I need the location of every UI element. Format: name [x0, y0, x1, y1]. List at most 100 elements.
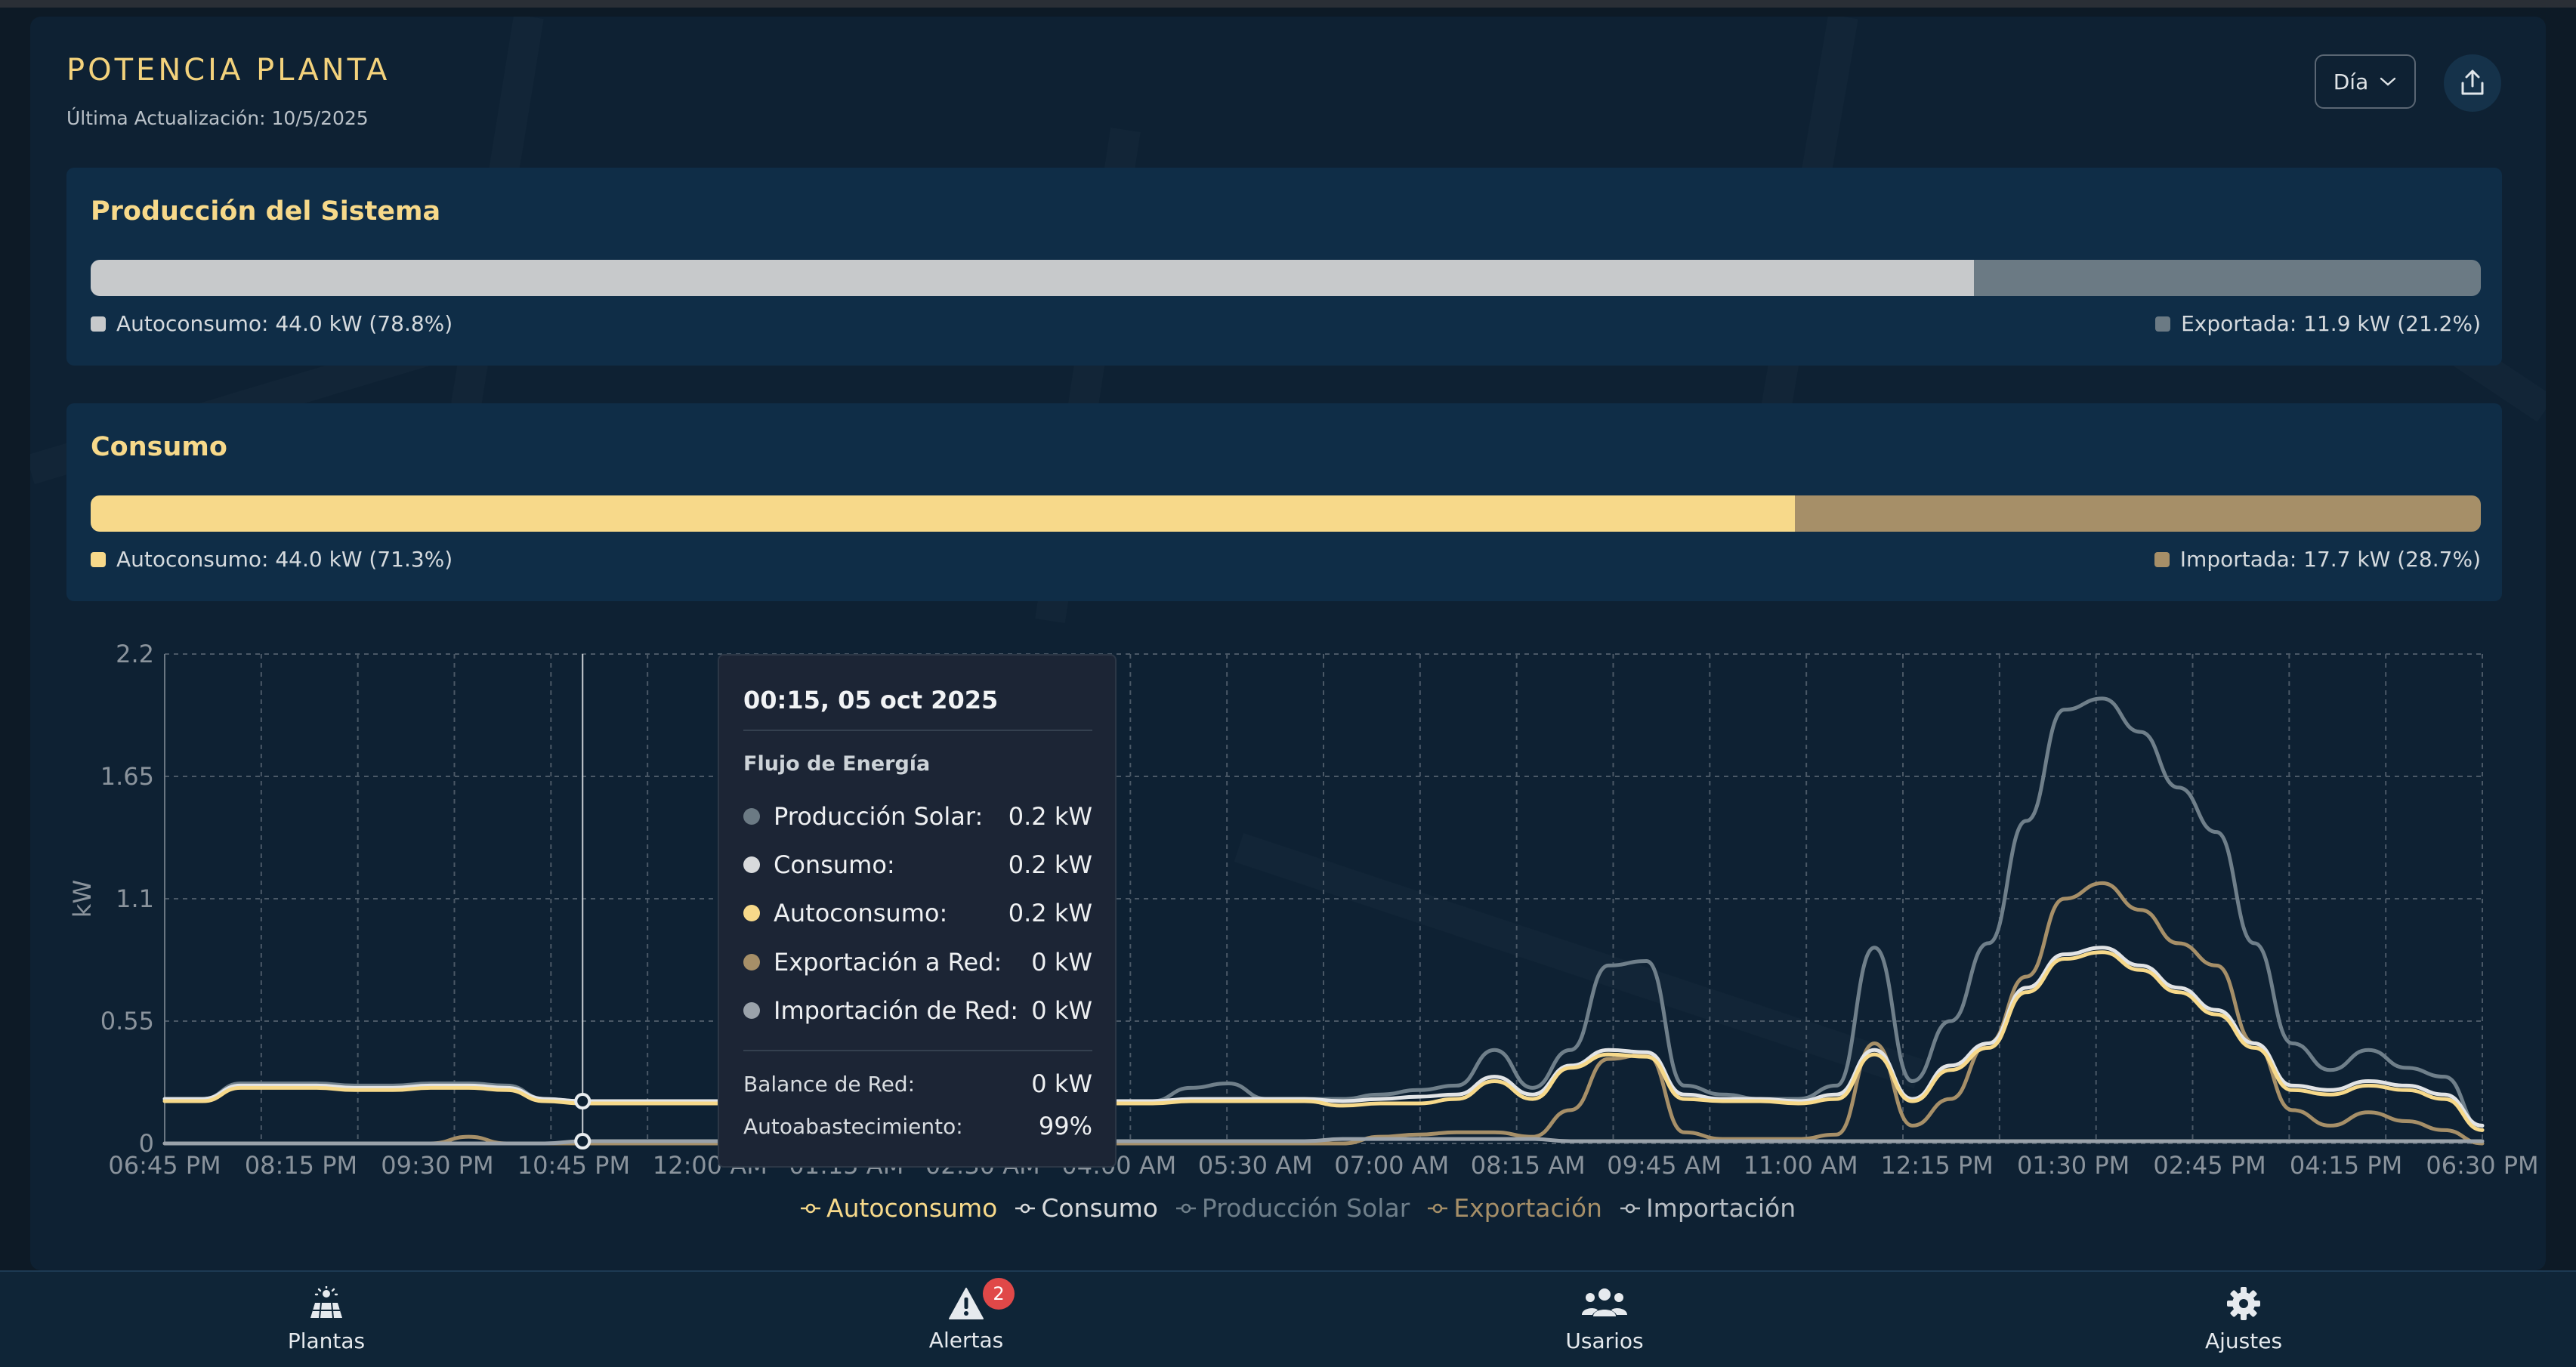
- hover-point-import: [574, 1133, 591, 1150]
- x-tick-label: 10:45 PM: [517, 1151, 630, 1180]
- consumption-title: Consumo: [91, 432, 227, 462]
- energy-flow-chart[interactable]: 00.551.11.652.2kW06:45 PM 08:15 PM 09:30 P…: [0, 619, 2576, 1193]
- hover-point-production: [574, 1093, 591, 1110]
- gear-icon: [2227, 1286, 2260, 1320]
- legend-label: Exportación: [1453, 1193, 1602, 1223]
- nav-item-usarios[interactable]: Usarios: [1491, 1272, 1718, 1367]
- legend-swatch: [2155, 316, 2171, 332]
- x-tick-label: 02:45 PM: [2153, 1151, 2266, 1180]
- legend-label: Importación: [1645, 1193, 1796, 1223]
- tooltip-autarky-row: Autoabastecimiento: 99%: [743, 1111, 1092, 1141]
- tooltip-row: Importación de Red: 0 kW: [743, 995, 1092, 1026]
- nav-label: Alertas: [928, 1327, 1004, 1353]
- nav-item-alertas[interactable]: 2 Alertas: [853, 1272, 1080, 1367]
- system-production-card: Producción del Sistema Autoconsumo: 44.0…: [66, 168, 2502, 366]
- tooltip-row-value: 0 kW: [1031, 996, 1092, 1025]
- nav-label: Ajustes: [2204, 1328, 2283, 1353]
- legend-swatch: [91, 316, 106, 332]
- legend-item-exportacion[interactable]: Exportación: [1426, 1193, 1602, 1223]
- x-tick-label: 08:15 PM: [245, 1151, 357, 1180]
- legend-item-produccion-solar[interactable]: Producción Solar: [1175, 1193, 1410, 1223]
- x-tick-label: 11:00 AM: [1744, 1151, 1858, 1180]
- x-tick-label: 06:30 PM: [2426, 1151, 2538, 1180]
- x-tick-label: 01:30 PM: [2017, 1151, 2130, 1180]
- y-tick-label: 0.55: [100, 1007, 154, 1035]
- nav-item-ajustes[interactable]: Ajustes: [2130, 1272, 2357, 1367]
- alert-count-badge: 2: [983, 1278, 1015, 1310]
- y-tick-label: 2.2: [116, 640, 154, 668]
- tooltip-divider: [743, 730, 1092, 731]
- consumption-imported-segment: [1794, 495, 2481, 532]
- system-production-title: Producción del Sistema: [91, 196, 441, 227]
- tooltip-row: Autoconsumo: 0.2 kW: [743, 898, 1092, 928]
- range-dropdown[interactable]: Día: [2315, 54, 2416, 109]
- legend-item-autoconsumo[interactable]: Autoconsumo: [799, 1193, 997, 1223]
- production-exported-segment: [1974, 260, 2481, 296]
- x-tick-label: 07:00 AM: [1334, 1151, 1449, 1180]
- tooltip-title: 00:15, 05 oct 2025: [743, 686, 999, 714]
- x-tick-label: 09:45 AM: [1607, 1151, 1722, 1180]
- series-dot: [743, 905, 760, 921]
- y-axis-label: kW: [68, 880, 97, 918]
- bottom-nav: Plantas 2 Alertas Usarios Ajustes: [0, 1270, 2576, 1367]
- series-line-autoconsumo: [162, 950, 2485, 1132]
- tooltip-row-value: 0.2 kW: [1008, 899, 1092, 927]
- production-exported-label: Exportada: 11.9 kW (21.2%): [2181, 311, 2481, 336]
- share-upload-icon: [2461, 69, 2484, 95]
- consumption-self-segment: [91, 495, 1795, 532]
- tooltip-row-label: Producción Solar:: [774, 802, 984, 831]
- window-top-edge: [0, 0, 2576, 8]
- production-self-consumption-segment: [91, 260, 1975, 296]
- last-update-text: Última Actualización: 10/5/2025: [66, 107, 369, 129]
- legend-label: Autoconsumo: [826, 1193, 998, 1223]
- autarky-value: 99%: [1038, 1112, 1092, 1140]
- tooltip-row: Producción Solar: 0.2 kW: [743, 801, 1092, 832]
- production-exported-legend: Exportada: 11.9 kW (21.2%): [2155, 311, 2481, 336]
- tooltip-row-label: Autoconsumo:: [774, 899, 948, 927]
- nav-label: Plantas: [287, 1328, 366, 1353]
- consumption-self-legend: Autoconsumo: 44.0 kW (71.3%): [91, 547, 452, 572]
- y-tick-label: 1.65: [100, 762, 154, 791]
- line-marker-icon: [1620, 1203, 1640, 1213]
- tooltip-row-value: 0.2 kW: [1008, 850, 1092, 879]
- consumption-bar: [91, 495, 2481, 532]
- tooltip-row-value: 0.2 kW: [1008, 802, 1092, 831]
- legend-label: Consumo: [1041, 1193, 1158, 1223]
- x-tick-label: 06:45 PM: [108, 1151, 221, 1180]
- series-dot: [743, 1002, 760, 1019]
- tooltip-section-title: Flujo de Energía: [743, 752, 931, 776]
- consumption-imported-label: Importada: 17.7 kW (28.7%): [2179, 547, 2481, 572]
- legend-label: Producción Solar: [1201, 1193, 1410, 1223]
- line-marker-icon: [1175, 1203, 1196, 1213]
- legend-swatch: [91, 551, 106, 567]
- legend-swatch: [2154, 551, 2170, 567]
- series-dot: [743, 856, 760, 873]
- range-dropdown-value: Día: [2333, 69, 2369, 94]
- production-self-legend: Autoconsumo: 44.0 kW (78.8%): [91, 311, 452, 336]
- tooltip-row-label: Importación de Red:: [774, 996, 1019, 1025]
- nav-label: Usarios: [1565, 1328, 1644, 1353]
- consumption-imported-legend: Importada: 17.7 kW (28.7%): [2154, 547, 2481, 572]
- legend-item-importacion[interactable]: Importación: [1619, 1193, 1796, 1223]
- chart-legend: Autoconsumo Consumo Producción Solar Exp…: [799, 1193, 1796, 1223]
- nav-item-plantas[interactable]: Plantas: [213, 1272, 440, 1367]
- x-tick-label: 12:15 PM: [1880, 1151, 1993, 1180]
- share-button[interactable]: [2444, 54, 2501, 112]
- tooltip-row-label: Consumo:: [774, 850, 895, 879]
- tooltip-divider: [743, 1050, 1092, 1051]
- tooltip-row: Consumo: 0.2 kW: [743, 850, 1092, 880]
- page-title: POTENCIA PLANTA: [66, 53, 391, 88]
- system-production-bar: [91, 260, 2481, 296]
- line-marker-icon: [1015, 1203, 1036, 1213]
- balance-label: Balance de Red:: [743, 1071, 916, 1097]
- autarky-label: Autoabastecimiento:: [743, 1113, 963, 1139]
- x-tick-label: 05:30 AM: [1198, 1151, 1313, 1180]
- alert-triangle-icon: [949, 1287, 984, 1319]
- tooltip-row: Exportación a Red: 0 kW: [743, 947, 1092, 977]
- series-dot: [743, 808, 760, 825]
- production-self-label: Autoconsumo: 44.0 kW (78.8%): [116, 311, 453, 336]
- legend-item-consumo[interactable]: Consumo: [1014, 1193, 1158, 1223]
- line-marker-icon: [801, 1203, 820, 1213]
- users-icon: [1582, 1288, 1627, 1316]
- x-tick-label: 09:30 PM: [381, 1151, 493, 1180]
